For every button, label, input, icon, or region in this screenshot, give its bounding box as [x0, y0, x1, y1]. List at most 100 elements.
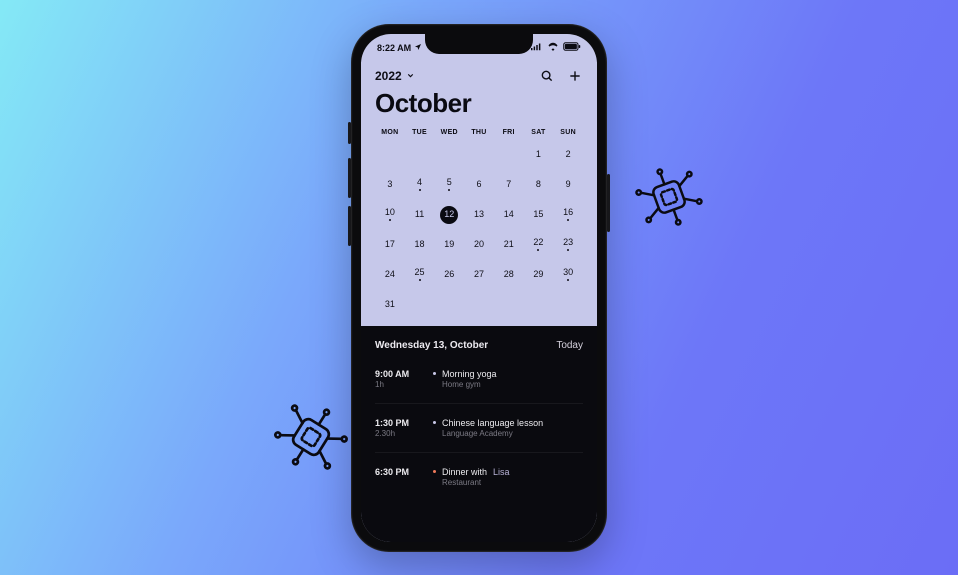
calendar-day[interactable]: 16 — [553, 202, 583, 228]
phone-frame: 8:22 AM 2022 — [351, 24, 607, 552]
weekday-label: WED — [434, 129, 464, 136]
day-number: 22 — [533, 238, 543, 247]
event-dot-icon — [419, 189, 421, 191]
calendar-day[interactable]: 15 — [524, 202, 554, 228]
day-number: 16 — [563, 208, 573, 217]
day-number: 30 — [563, 268, 573, 277]
weekday-label: SUN — [553, 129, 583, 136]
phone-screen: 8:22 AM 2022 — [361, 34, 597, 542]
calendar-day[interactable]: 30 — [553, 262, 583, 288]
calendar-empty-cell — [464, 142, 494, 168]
calendar-day[interactable]: 1 — [524, 142, 554, 168]
day-number: 6 — [476, 180, 481, 189]
add-button[interactable] — [567, 68, 583, 84]
phone-side-button — [348, 206, 351, 246]
calendar-day[interactable]: 28 — [494, 262, 524, 288]
day-number: 9 — [566, 180, 571, 189]
event-item[interactable]: 6:30 PMDinner with LisaRestaurant — [375, 463, 583, 501]
calendar-day[interactable]: 6 — [464, 172, 494, 198]
calendar-pane: 2022 October MONTUEWEDTHUFRISATSUN 12345… — [361, 62, 597, 326]
weekday-label: SAT — [524, 129, 554, 136]
day-number: 27 — [474, 270, 484, 279]
year-selector[interactable]: 2022 — [375, 69, 415, 83]
day-number: 14 — [504, 210, 514, 219]
event-person-link[interactable]: Lisa — [493, 467, 510, 477]
calendar-day[interactable]: 21 — [494, 232, 524, 258]
calendar-day[interactable]: 24 — [375, 262, 405, 288]
event-title: Morning yoga — [433, 369, 583, 379]
day-number: 2 — [566, 150, 571, 159]
phone-notch — [425, 34, 533, 54]
event-dot-icon — [567, 249, 569, 251]
calendar-day[interactable]: 29 — [524, 262, 554, 288]
calendar-empty-cell — [494, 142, 524, 168]
event-time-col: 1:30 PM2.30h — [375, 418, 421, 438]
event-dot-icon — [389, 219, 391, 221]
event-dot-icon — [567, 279, 569, 281]
calendar-empty-cell — [375, 142, 405, 168]
calendar-day[interactable]: 19 — [434, 232, 464, 258]
day-number: 11 — [415, 210, 424, 219]
event-location: Home gym — [442, 380, 583, 389]
event-title: Chinese language lesson — [433, 418, 583, 428]
event-body: Morning yogaHome gym — [433, 369, 583, 389]
calendar-day[interactable]: 27 — [464, 262, 494, 288]
calendar-day[interactable]: 2 — [553, 142, 583, 168]
calendar-day[interactable]: 25 — [405, 262, 435, 288]
day-number: 29 — [533, 270, 543, 279]
phone-side-button — [348, 122, 351, 144]
calendar-day[interactable]: 7 — [494, 172, 524, 198]
calendar-day[interactable]: 14 — [494, 202, 524, 228]
event-title: Dinner with Lisa — [433, 467, 583, 477]
events-pane: Wednesday 13, October Today 9:00 AM1hMor… — [361, 326, 597, 542]
calendar-day[interactable]: 23 — [553, 232, 583, 258]
day-number: 10 — [385, 208, 395, 217]
calendar-day[interactable]: 8 — [524, 172, 554, 198]
year-label: 2022 — [375, 69, 402, 83]
event-item[interactable]: 9:00 AM1h Morning yogaHome gym — [375, 365, 583, 404]
event-location: Restaurant — [442, 478, 583, 487]
calendar-day[interactable]: 12 — [434, 202, 464, 228]
weekday-label: MON — [375, 129, 405, 136]
event-time-col: 9:00 AM1h — [375, 369, 421, 389]
calendar-day[interactable]: 11 — [405, 202, 435, 228]
event-dot-icon — [448, 189, 450, 191]
event-time: 9:00 AM — [375, 369, 421, 379]
battery-icon — [563, 42, 581, 53]
search-button[interactable] — [539, 68, 555, 84]
event-item[interactable]: 1:30 PM2.30h Chinese language lessonLangu… — [375, 414, 583, 453]
day-number: 3 — [387, 180, 392, 189]
decoration-bug-icon — [257, 383, 364, 490]
day-number: 21 — [504, 240, 514, 249]
calendar-day[interactable]: 17 — [375, 232, 405, 258]
day-number: 26 — [444, 270, 454, 279]
event-duration: 1h — [375, 380, 421, 389]
events-list: 9:00 AM1h Morning yogaHome gym 1:30 PM2.30… — [375, 365, 583, 501]
calendar-day[interactable]: 26 — [434, 262, 464, 288]
calendar-empty-cell — [434, 142, 464, 168]
status-time: 8:22 AM — [377, 43, 411, 53]
calendar-day[interactable]: 3 — [375, 172, 405, 198]
event-time: 1:30 PM — [375, 418, 421, 428]
calendar-day[interactable]: 4 — [405, 172, 435, 198]
day-number: 12 — [440, 206, 458, 224]
event-location: Language Academy — [442, 429, 583, 438]
calendar-day[interactable]: 20 — [464, 232, 494, 258]
calendar-day[interactable]: 22 — [524, 232, 554, 258]
wifi-icon — [547, 42, 559, 53]
calendar-day[interactable]: 5 — [434, 172, 464, 198]
decoration-bug-icon — [623, 151, 715, 243]
event-dot-icon — [419, 279, 421, 281]
calendar-day[interactable]: 13 — [464, 202, 494, 228]
event-dot-icon — [537, 249, 539, 251]
calendar-day[interactable]: 31 — [375, 292, 405, 318]
day-number: 24 — [385, 270, 395, 279]
day-number: 8 — [536, 180, 541, 189]
event-body: Dinner with LisaRestaurant — [433, 467, 583, 487]
calendar-day[interactable]: 18 — [405, 232, 435, 258]
day-number: 7 — [506, 180, 511, 189]
today-button[interactable]: Today — [556, 340, 583, 351]
day-number: 28 — [504, 270, 514, 279]
calendar-day[interactable]: 9 — [553, 172, 583, 198]
calendar-day[interactable]: 10 — [375, 202, 405, 228]
